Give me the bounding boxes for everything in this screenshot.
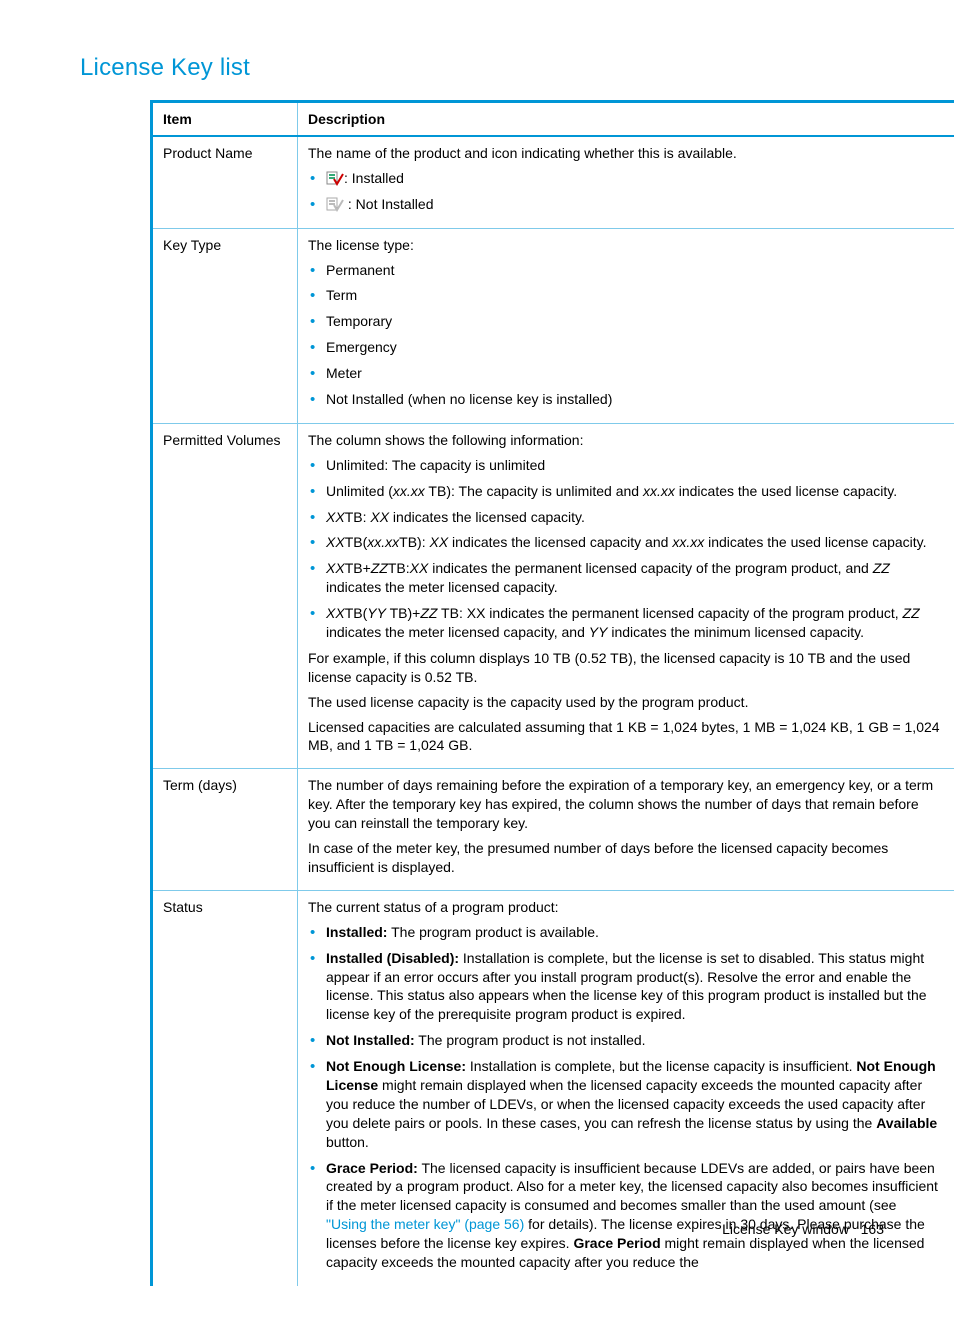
list-item: Not Installed: The program product is no… <box>326 1031 940 1050</box>
installed-icon <box>326 170 344 186</box>
header-item: Item <box>152 102 298 137</box>
list-item: Not Installed (when no license key is in… <box>326 390 940 409</box>
row-permitted-volumes-desc: The column shows the following informati… <box>298 423 954 768</box>
section-title: License Key list <box>80 54 884 82</box>
list-item: XXTB+ZZTB:XX indicates the permanent lic… <box>326 559 940 597</box>
footer-label: License Key window <box>722 1221 849 1237</box>
list-item: Emergency <box>326 338 940 357</box>
list-item: Grace Period: The licensed capacity is i… <box>326 1159 940 1272</box>
page-footer: License Key window 163 <box>722 1221 884 1237</box>
list-item: XXTB(xx.xxTB): XX indicates the licensed… <box>326 533 940 552</box>
list-item: XXTB(YY TB)+ZZ TB: XX indicates the perm… <box>326 604 940 642</box>
row-product-name-item: Product Name <box>152 136 298 228</box>
installed-icon-line: : Installed <box>326 169 940 188</box>
license-key-list-table: Item Description Product Name The name o… <box>150 100 954 1286</box>
list-item: Meter <box>326 364 940 383</box>
list-item: Unlimited (xx.xx TB): The capacity is un… <box>326 482 940 501</box>
row-product-name-desc: The name of the product and icon indicat… <box>298 136 954 228</box>
not-installed-icon <box>326 196 344 212</box>
product-name-intro: The name of the product and icon indicat… <box>308 144 940 163</box>
list-item: Unlimited: The capacity is unlimited <box>326 456 940 475</box>
list-item: Permanent <box>326 261 940 280</box>
row-key-type-desc: The license type: Permanent Term Tempora… <box>298 228 954 423</box>
list-item: Not Enough License: Installation is comp… <box>326 1057 940 1151</box>
meter-key-link[interactable]: "Using the meter key" (page 56) <box>326 1216 524 1232</box>
list-item: XXTB: XX indicates the licensed capacity… <box>326 508 940 527</box>
header-description: Description <box>298 102 954 137</box>
list-item: Installed (Disabled): Installation is co… <box>326 949 940 1025</box>
row-term-days-item: Term (days) <box>152 769 298 890</box>
list-item: Installed: The program product is availa… <box>326 923 940 942</box>
not-installed-icon-line: : Not Installed <box>326 195 940 214</box>
row-status-item: Status <box>152 890 298 1286</box>
row-key-type-item: Key Type <box>152 228 298 423</box>
list-item: Temporary <box>326 312 940 331</box>
row-permitted-volumes-item: Permitted Volumes <box>152 423 298 768</box>
footer-page-number: 163 <box>861 1221 884 1237</box>
row-term-days-desc: The number of days remaining before the … <box>298 769 954 890</box>
list-item: Term <box>326 286 940 305</box>
